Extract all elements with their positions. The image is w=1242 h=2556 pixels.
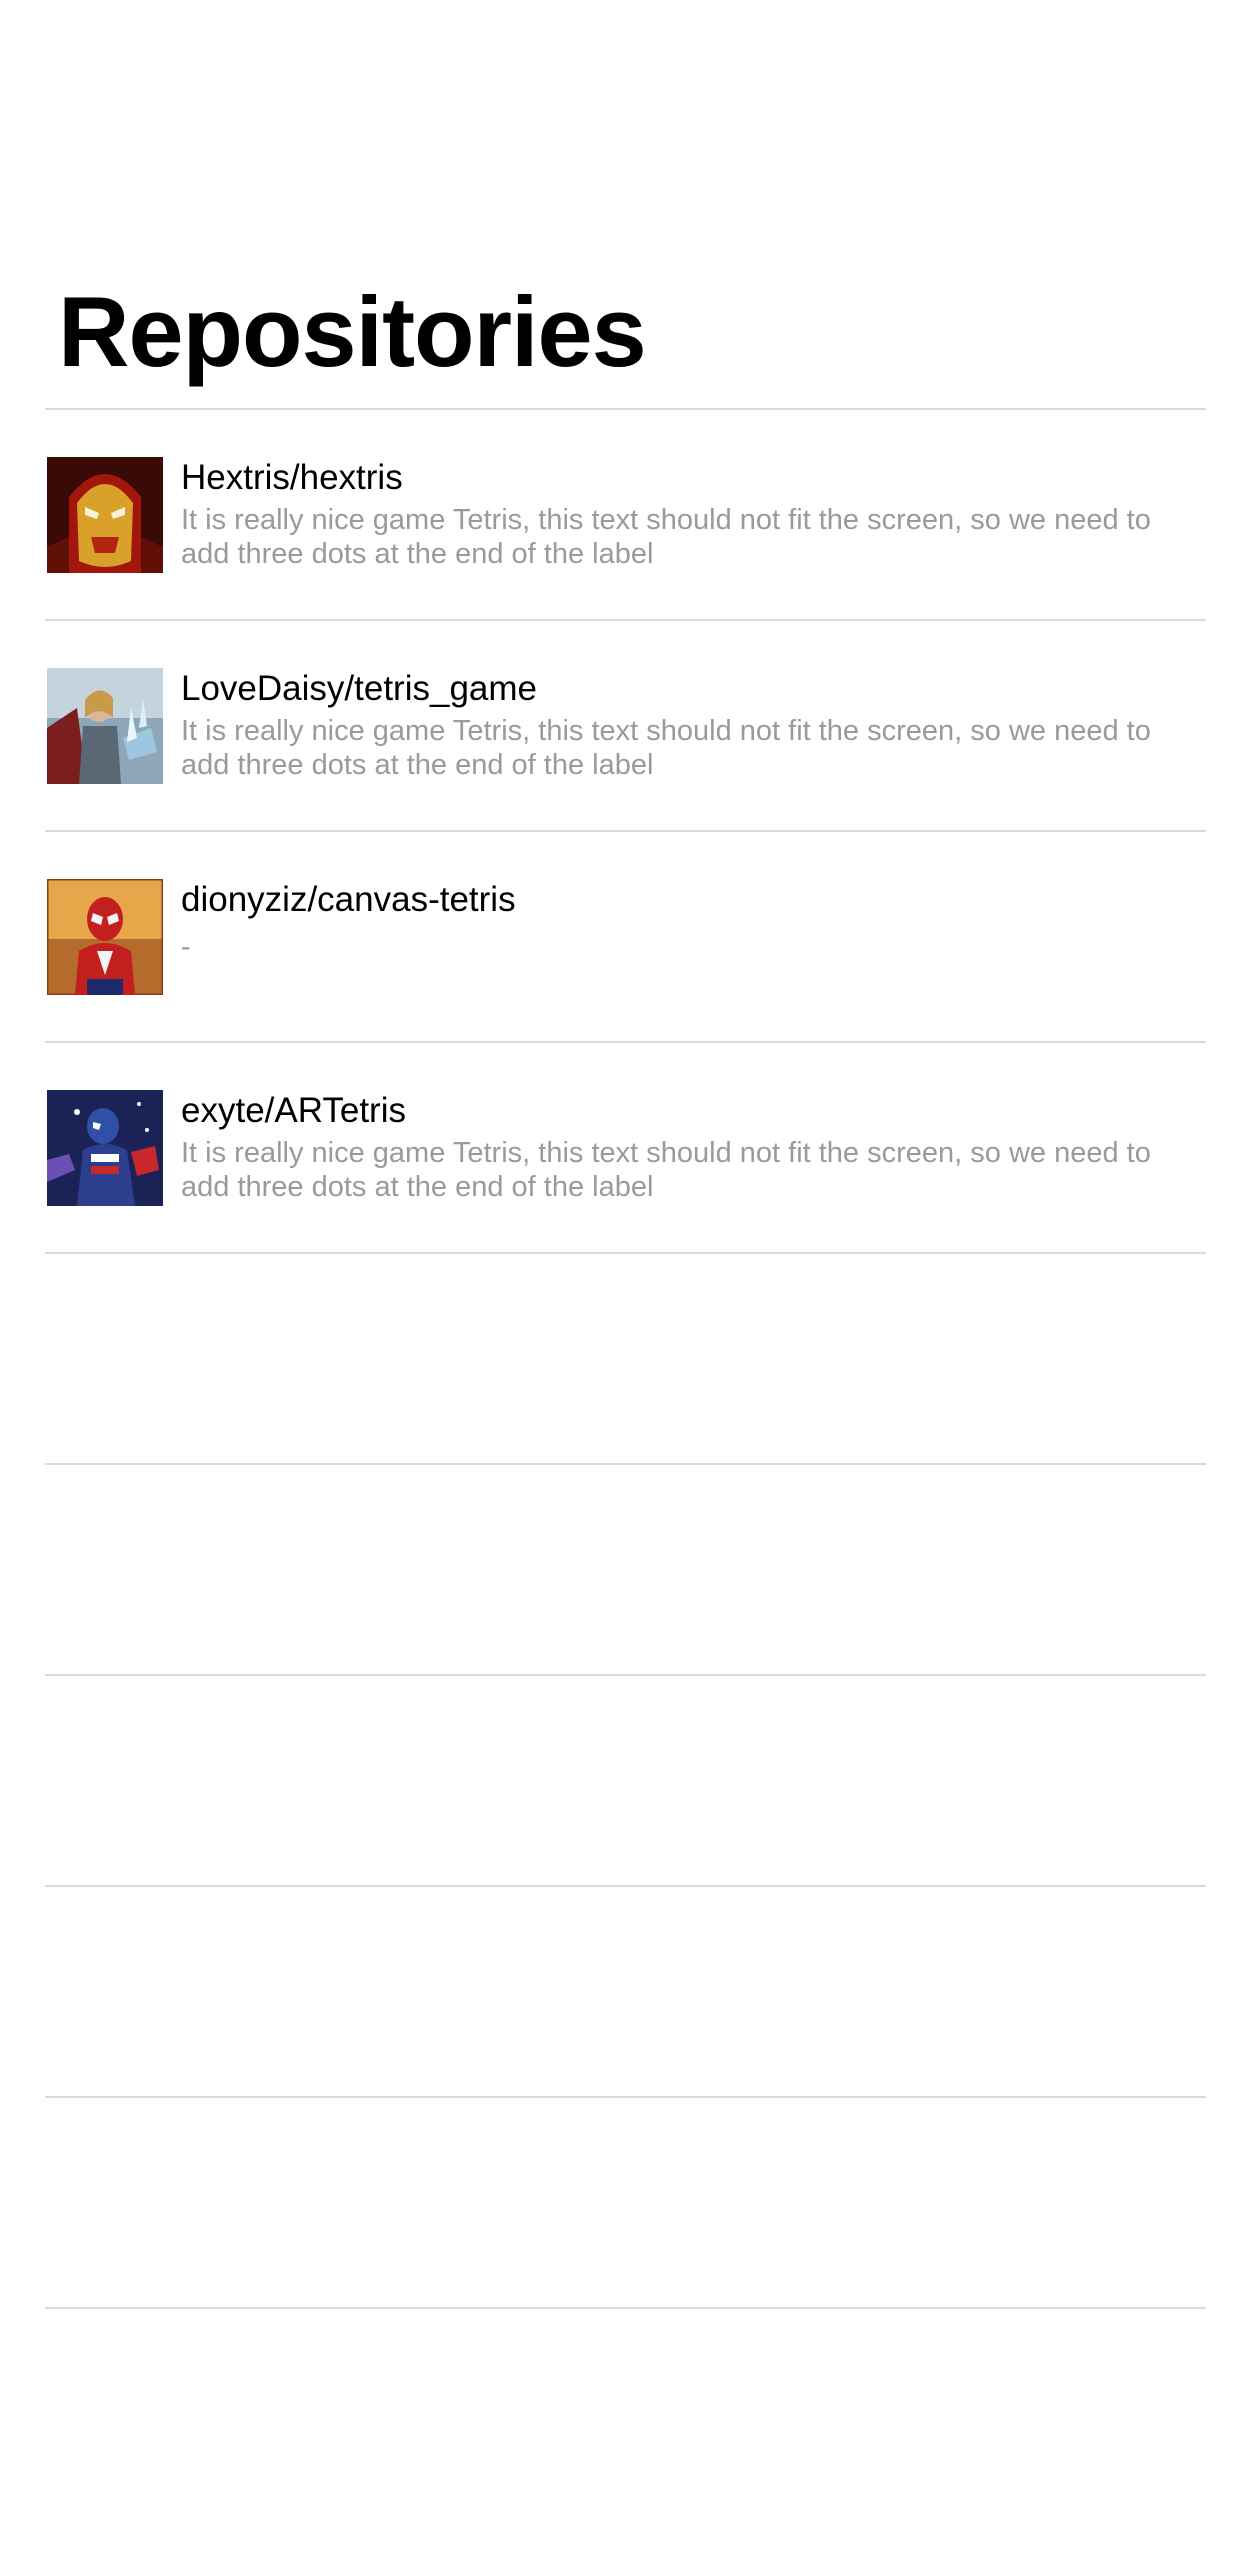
row-separator [45, 2307, 1206, 2309]
page-title: Repositories [58, 276, 647, 387]
repository-row[interactable]: exyte/ARTetris It is really nice game Te… [45, 1043, 1206, 1252]
repository-row[interactable]: LoveDaisy/tetris_game It is really nice … [45, 621, 1206, 830]
repository-description: - [181, 931, 191, 963]
repositories-screen: Repositories Hextris/hextris It is reall… [0, 0, 1242, 2556]
repository-list[interactable]: Hextris/hextris It is really nice game T… [45, 408, 1206, 2309]
repository-name: dionyziz/canvas-tetris [181, 880, 516, 919]
repository-row[interactable]: Hextris/hextris It is really nice game T… [45, 410, 1206, 619]
thor-avatar [47, 668, 163, 784]
repository-description: It is really nice game Tetris, this text… [181, 1137, 1151, 1203]
repository-description: It is really nice game Tetris, this text… [181, 715, 1151, 781]
empty-row [45, 1465, 1206, 1674]
spider-man-avatar [47, 879, 163, 995]
repository-name: Hextris/hextris [181, 458, 403, 497]
empty-row [45, 1887, 1206, 2096]
repository-row[interactable]: dionyziz/canvas-tetris - [45, 832, 1206, 1041]
empty-row [45, 2098, 1206, 2307]
captain-america-avatar [47, 1090, 163, 1206]
repository-description: It is really nice game Tetris, this text… [181, 504, 1151, 570]
empty-row [45, 1676, 1206, 1885]
repository-name: exyte/ARTetris [181, 1091, 406, 1130]
repository-name: LoveDaisy/tetris_game [181, 669, 537, 708]
empty-row [45, 1254, 1206, 1463]
iron-man-avatar [47, 457, 163, 573]
